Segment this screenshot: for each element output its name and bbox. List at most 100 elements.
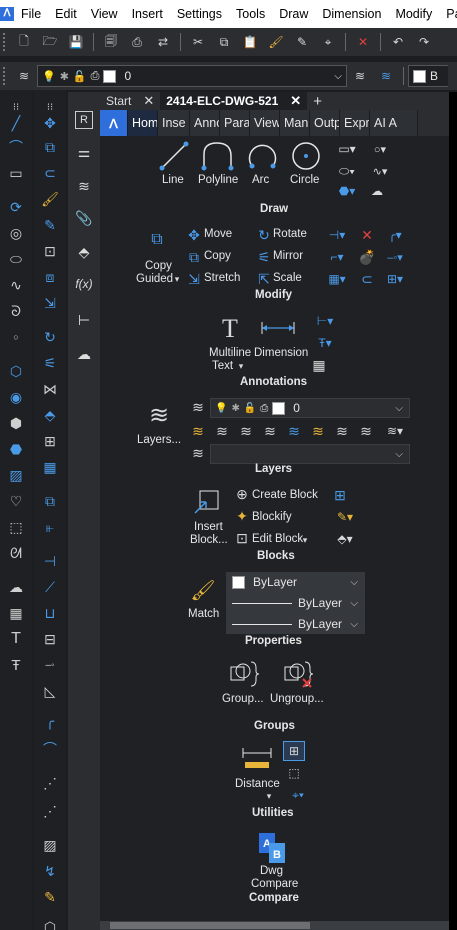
- new-file-icon[interactable]: 🗋: [11, 30, 37, 54]
- move-icon[interactable]: ✥: [186, 227, 202, 243]
- rotate-icon[interactable]: ↻: [256, 227, 272, 243]
- text-style-dropdown-icon[interactable]: Ŧ▾: [310, 334, 340, 352]
- menu-tools[interactable]: Tools: [229, 7, 272, 21]
- leader-dropdown-icon[interactable]: ⊢▾: [310, 312, 340, 330]
- copy-icon[interactable]: ⧉: [186, 249, 202, 265]
- cut-icon[interactable]: ✂: [185, 30, 211, 54]
- move-tool-icon[interactable]: ✥: [36, 112, 64, 134]
- match-properties-icon[interactable]: 🖌: [263, 30, 289, 54]
- layer-walk-icon[interactable]: ≋: [308, 422, 328, 440]
- line-label[interactable]: Line: [162, 174, 184, 186]
- app-menu-button[interactable]: ᐱ: [100, 110, 128, 136]
- lengthen-tool-icon[interactable]: –◦: [36, 654, 64, 676]
- distance-label[interactable]: Distance: [235, 778, 280, 790]
- insert-block-label-2[interactable]: Block...: [190, 534, 228, 546]
- layer-lock-icon[interactable]: ≋: [260, 422, 280, 440]
- pick-icon[interactable]: ✎: [289, 30, 315, 54]
- mirror-icon[interactable]: ⚟: [256, 249, 272, 265]
- dimension-icon[interactable]: [258, 318, 298, 338]
- chevron-down-icon[interactable]: ▾: [172, 273, 182, 285]
- arc-tool-icon[interactable]: ⌒: [2, 136, 30, 158]
- layer-properties-icon[interactable]: ≋: [188, 398, 208, 416]
- dwg-compare-icon[interactable]: AB: [256, 830, 288, 864]
- ellipse-tool-icon[interactable]: ⬭: [2, 248, 30, 270]
- edit-pencil-icon[interactable]: ✎: [36, 886, 64, 908]
- multiline-text-icon[interactable]: T: [210, 311, 250, 347]
- spline-tool-icon[interactable]: ∿: [2, 274, 30, 296]
- point-dropdown-icon[interactable]: ○▾: [366, 140, 394, 158]
- layer-manager-icon[interactable]: ≋: [11, 64, 37, 88]
- tab-ai-assist[interactable]: AI A: [370, 110, 418, 136]
- break-tool-icon[interactable]: ⊔: [36, 602, 64, 624]
- select-similar-icon[interactable]: ⬚: [283, 764, 305, 782]
- ribbon-toggle-icon[interactable]: R: [68, 106, 100, 134]
- tab-parametric[interactable]: Para: [220, 110, 250, 136]
- attach-icon[interactable]: 📎: [68, 204, 100, 232]
- menu-insert[interactable]: Insert: [125, 7, 170, 21]
- color-dropdown[interactable]: B: [408, 65, 448, 87]
- extend-tool-icon[interactable]: ⟋: [36, 576, 64, 598]
- tab-output[interactable]: Outp: [310, 110, 340, 136]
- toolbar-grip[interactable]: [3, 67, 8, 85]
- blocks-panel-icon[interactable]: ⬘: [68, 238, 100, 266]
- redo-icon[interactable]: ↷: [411, 30, 437, 54]
- edit-block-label[interactable]: Edit Block: [252, 533, 303, 545]
- scale-tool-icon[interactable]: ⊡: [36, 240, 64, 262]
- mirror-tool-icon[interactable]: ⚟: [36, 352, 64, 374]
- join-tool-icon[interactable]: ⊟: [36, 628, 64, 650]
- attribute-define-dropdown-icon[interactable]: ⬘▾: [330, 530, 360, 548]
- layer-off-icon[interactable]: ≋: [188, 422, 208, 440]
- stretch-icon[interactable]: ⇲: [186, 271, 202, 287]
- offset-tool-icon[interactable]: ⊂: [36, 162, 64, 184]
- tree-icon[interactable]: ⊢: [68, 306, 100, 334]
- match-label[interactable]: Match: [188, 608, 219, 620]
- revision-cloud-icon[interactable]: ⟳: [2, 196, 30, 218]
- move-label[interactable]: Move: [204, 228, 232, 240]
- explode-icon[interactable]: 💣: [358, 248, 376, 266]
- rectangle-dropdown-icon[interactable]: ▭▾: [332, 140, 362, 158]
- delete-icon[interactable]: ✕: [350, 30, 376, 54]
- polyline-label[interactable]: Polyline: [198, 174, 238, 186]
- paste-icon[interactable]: 📋: [237, 30, 263, 54]
- cloud-upload-icon[interactable]: ☁: [68, 340, 100, 368]
- break-dropdown-icon[interactable]: –◦▾: [380, 248, 410, 266]
- distance-icon[interactable]: [240, 744, 274, 772]
- match-properties-icon[interactable]: 🖌: [188, 576, 218, 604]
- align-dropdown-icon[interactable]: ⊞▾: [380, 270, 410, 288]
- layer-more-dropdown-icon[interactable]: ≋▾: [380, 422, 410, 440]
- menu-dimension[interactable]: Dimension: [315, 7, 388, 21]
- hatch-tool-icon[interactable]: ▨: [2, 464, 30, 486]
- boundary-dropdown-icon[interactable]: ⬣▾: [332, 182, 362, 200]
- save-icon[interactable]: 💾: [63, 30, 89, 54]
- blend-tool-icon[interactable]: ⌒: [36, 738, 64, 760]
- insert-block-label-1[interactable]: Insert: [194, 521, 223, 533]
- menu-file[interactable]: File: [14, 7, 48, 21]
- layers-stack-icon[interactable]: ≋: [140, 398, 178, 432]
- close-icon[interactable]: ✕: [290, 93, 301, 109]
- copy-guided-icon[interactable]: ⧉: [142, 223, 172, 257]
- edit-block-icon[interactable]: ⊡: [234, 530, 250, 546]
- circle-icon[interactable]: [288, 138, 324, 174]
- stretch-label[interactable]: Stretch: [204, 272, 240, 284]
- fillet-tool-icon[interactable]: ╭: [36, 710, 64, 732]
- print-preview-icon[interactable]: 🗐: [98, 30, 124, 54]
- spline-dropdown-icon[interactable]: ∿▾: [366, 162, 394, 180]
- chamfer-dropdown-icon[interactable]: ⌐▾: [322, 248, 352, 266]
- align-tool-icon[interactable]: ⊞: [36, 430, 64, 452]
- solid-tool-icon[interactable]: ⬚: [2, 516, 30, 538]
- rotate-label[interactable]: Rotate: [273, 228, 307, 240]
- stretch-tool-icon[interactable]: ⇲: [36, 292, 64, 314]
- horizontal-scrollbar[interactable]: [100, 921, 457, 930]
- id-point-dropdown-icon[interactable]: ⌖▾: [283, 786, 313, 804]
- circle-tool-icon[interactable]: ◎: [2, 222, 30, 244]
- attribute-edit-dropdown-icon[interactable]: ✎▾: [330, 508, 360, 526]
- mirror-label[interactable]: Mirror: [273, 250, 303, 262]
- copy-guided-label-1[interactable]: Copy: [145, 260, 172, 272]
- layer-state-dropdown[interactable]: ⌵: [210, 444, 410, 464]
- chamfer-tool-icon[interactable]: ◺: [36, 680, 64, 702]
- layer-match-icon[interactable]: ≋: [373, 64, 399, 88]
- function-icon[interactable]: f(x): [68, 270, 100, 298]
- pick-tool-icon[interactable]: ✎: [36, 214, 64, 236]
- explode-tool-icon[interactable]: ⬘: [36, 404, 64, 426]
- wipeout-tool-icon[interactable]: ♡: [2, 490, 30, 512]
